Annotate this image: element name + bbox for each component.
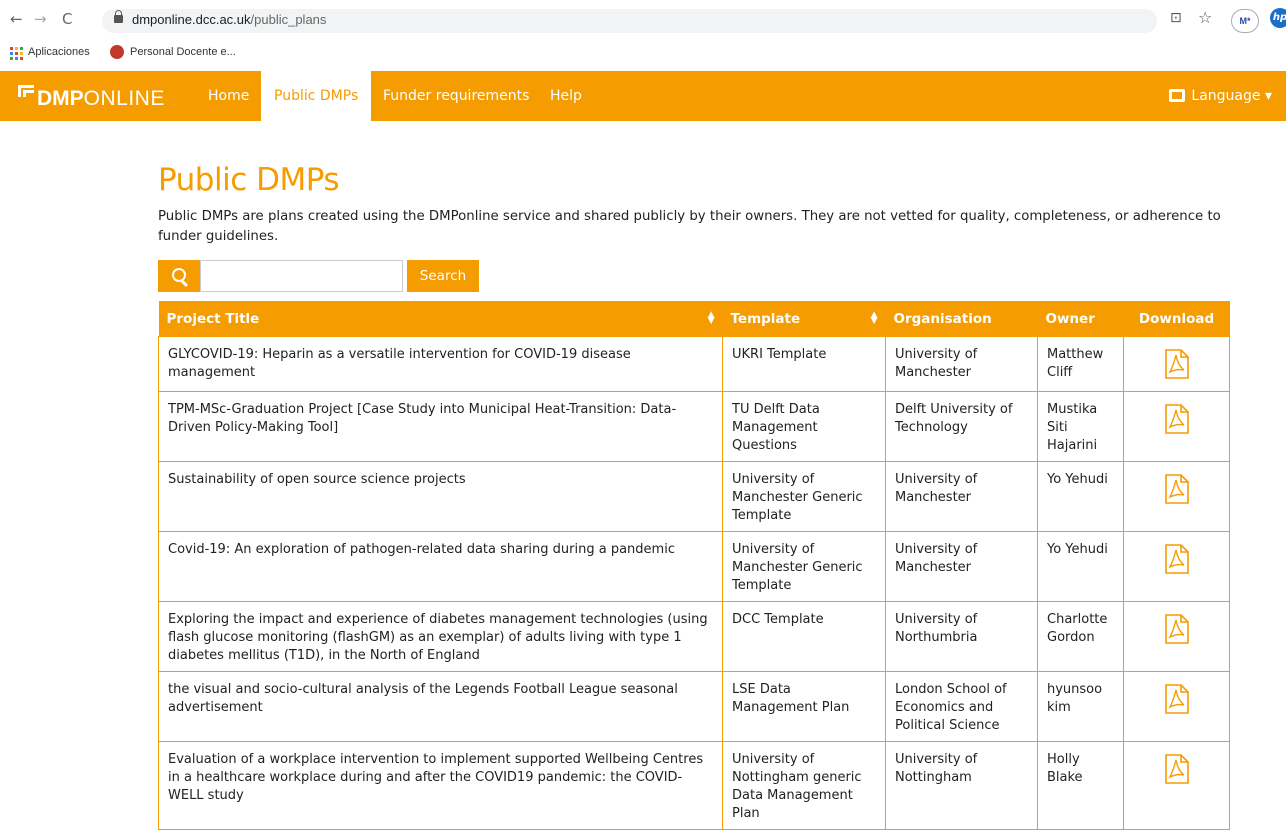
star-icon[interactable]: ☆ <box>1198 8 1212 27</box>
sort-icon[interactable]: ▲ ▼ <box>708 311 715 326</box>
cell-download <box>1123 601 1230 672</box>
cell-template: UKRI Template <box>722 336 886 392</box>
top-navigation: DMPONLINE Home Public DMPs Funder requir… <box>0 71 1286 121</box>
lock-icon <box>114 10 123 23</box>
pdf-download-icon[interactable] <box>1164 544 1189 574</box>
search-button[interactable]: Search <box>407 260 479 292</box>
address-bar[interactable]: dmponline.dcc.ac.uk/public_plans <box>102 9 1157 33</box>
sort-icon[interactable]: ▲ ▼ <box>871 311 878 326</box>
bookmark-favicon <box>110 45 124 59</box>
cell-template: TU Delft Data Management Questions <box>722 391 886 462</box>
cell-download <box>1123 741 1230 830</box>
cell-project-title: GLYCOVID-19: Heparin as a versatile inte… <box>158 336 723 392</box>
cell-organisation: University of Northumbria <box>885 601 1038 672</box>
cell-owner: hyunsoo kim <box>1037 671 1124 742</box>
cell-owner: Mustika Siti Hajarini <box>1037 391 1124 462</box>
forward-icon[interactable]: → <box>34 10 47 28</box>
cell-project-title: Exploring the impact and experience of d… <box>158 601 723 672</box>
cell-template: University of Manchester Generic Templat… <box>722 461 886 532</box>
table-row: TPM-MSc-Graduation Project [Case Study i… <box>158 391 1230 462</box>
column-download: Download <box>1123 301 1230 337</box>
table-header-row: Project Title ▲ ▼ Template ▲ ▼ Organisation … <box>158 301 1230 337</box>
bookmark-personal-docente[interactable]: Personal Docente e... <box>130 46 236 58</box>
cell-template: University of Nottingham generic Data Ma… <box>722 741 886 830</box>
public-plans-table: Project Title ▲ ▼ Template ▲ ▼ Organisation … <box>158 301 1230 830</box>
cell-project-title: Evaluation of a workplace intervention t… <box>158 741 723 830</box>
pdf-download-icon[interactable] <box>1164 614 1189 644</box>
table-row: Covid-19: An exploration of pathogen-rel… <box>158 531 1230 602</box>
table-row: Evaluation of a workplace intervention t… <box>158 741 1230 830</box>
cell-organisation: London School of Economics and Political… <box>885 671 1038 742</box>
cell-download <box>1123 336 1230 392</box>
cell-owner: Charlotte Gordon <box>1037 601 1124 672</box>
cell-owner: Yo Yehudi <box>1037 531 1124 602</box>
cell-download <box>1123 671 1230 742</box>
nav-help[interactable]: Help <box>537 71 595 121</box>
table-row: GLYCOVID-19: Heparin as a versatile inte… <box>158 336 1230 392</box>
search-input[interactable] <box>200 260 403 292</box>
browser-chrome: ← → C dmponline.dcc.ac.uk/public_plans ⊡… <box>0 0 1286 70</box>
apps-grid-icon[interactable] <box>10 47 23 60</box>
logo-text-online: ONLINE <box>83 87 165 110</box>
nav-public-dmps[interactable]: Public DMPs <box>261 71 372 121</box>
cell-template: LSE Data Management Plan <box>722 671 886 742</box>
nav-funder-requirements[interactable]: Funder requirements <box>370 71 542 121</box>
page-title: Public DMPs <box>158 162 340 198</box>
translate-icon[interactable]: ⊡ <box>1170 10 1182 26</box>
reload-icon[interactable]: C <box>62 10 72 28</box>
nav-home[interactable]: Home <box>195 71 262 121</box>
url-host: dmponline.dcc.ac.uk <box>132 12 251 27</box>
pdf-download-icon[interactable] <box>1164 404 1189 434</box>
cell-owner: Holly Blake <box>1037 741 1124 830</box>
logo-mark-icon <box>18 85 34 105</box>
cell-organisation: University of Manchester <box>885 531 1038 602</box>
cell-project-title: Covid-19: An exploration of pathogen-rel… <box>158 531 723 602</box>
cell-organisation: University of Manchester <box>885 336 1038 392</box>
cell-download <box>1123 461 1230 532</box>
language-menu[interactable]: Language ▾ <box>1169 71 1272 121</box>
search-icon <box>158 260 200 292</box>
column-template[interactable]: Template ▲ ▼ <box>722 301 886 337</box>
cell-project-title: TPM-MSc-Graduation Project [Case Study i… <box>158 391 723 462</box>
table-row: Sustainability of open source science pr… <box>158 461 1230 532</box>
cell-project-title: the visual and socio-cultural analysis o… <box>158 671 723 742</box>
address-url[interactable]: dmponline.dcc.ac.uk/public_plans <box>132 12 326 27</box>
cell-project-title: Sustainability of open source science pr… <box>158 461 723 532</box>
pdf-download-icon[interactable] <box>1164 349 1189 379</box>
table-row: Exploring the impact and experience of d… <box>158 601 1230 672</box>
cell-template: University of Manchester Generic Templat… <box>722 531 886 602</box>
back-icon[interactable]: ← <box>10 10 23 28</box>
language-icon <box>1169 89 1186 102</box>
cell-organisation: University of Nottingham <box>885 741 1038 830</box>
url-path: /public_plans <box>250 12 327 27</box>
cell-template: DCC Template <box>722 601 886 672</box>
table-row: the visual and socio-cultural analysis o… <box>158 671 1230 742</box>
cell-owner: Matthew Cliff <box>1037 336 1124 392</box>
column-organisation: Organisation <box>885 301 1038 337</box>
cell-organisation: Delft University of Technology <box>885 391 1038 462</box>
cell-download <box>1123 531 1230 602</box>
column-project-title[interactable]: Project Title ▲ ▼ <box>158 301 723 337</box>
cell-owner: Yo Yehudi <box>1037 461 1124 532</box>
cell-organisation: University of Manchester <box>885 461 1038 532</box>
page-intro: Public DMPs are plans created using the … <box>158 209 1221 244</box>
bookmark-apps[interactable]: Aplicaciones <box>28 46 90 58</box>
pdf-download-icon[interactable] <box>1164 474 1189 504</box>
pdf-download-icon[interactable] <box>1164 684 1189 714</box>
pdf-download-icon[interactable] <box>1164 754 1189 784</box>
logo-text-dmp: DMP <box>37 87 84 110</box>
hp-extension-icon[interactable]: hp <box>1270 8 1286 28</box>
column-owner: Owner <box>1037 301 1124 337</box>
profile-avatar[interactable]: M* <box>1231 9 1259 33</box>
cell-download <box>1123 391 1230 462</box>
language-label: Language ▾ <box>1191 88 1272 104</box>
